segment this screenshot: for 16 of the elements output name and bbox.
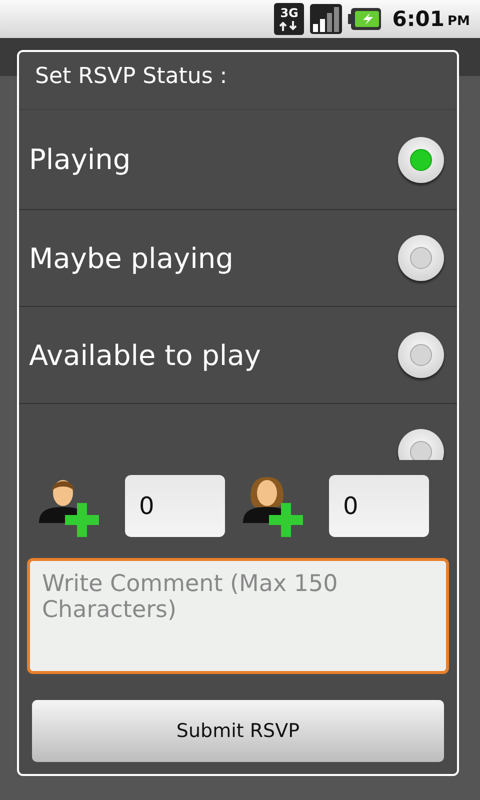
clock-time: 6:01 xyxy=(392,7,445,31)
rsvp-option[interactable]: Playing xyxy=(19,110,457,210)
radio-button[interactable] xyxy=(398,136,444,182)
submit-button[interactable]: Submit RSVP xyxy=(32,700,444,762)
radio-button[interactable] xyxy=(398,235,444,281)
rsvp-option[interactable]: Maybe playing xyxy=(19,210,457,307)
radio-button[interactable] xyxy=(398,332,444,378)
signal-icon xyxy=(310,4,342,34)
count-field[interactable]: 0 xyxy=(125,475,225,537)
comment-field[interactable]: Write Comment (Max 150 Characters) xyxy=(27,558,449,674)
network-icon: 3G xyxy=(274,3,304,35)
dialog-title: Set RSVP Status : xyxy=(19,52,457,110)
clock-meridiem: PM xyxy=(448,14,470,28)
battery-charging-icon xyxy=(348,7,382,31)
rsvp-option[interactable]: Available to play xyxy=(19,307,457,404)
count-field[interactable]: 0 xyxy=(329,475,429,537)
